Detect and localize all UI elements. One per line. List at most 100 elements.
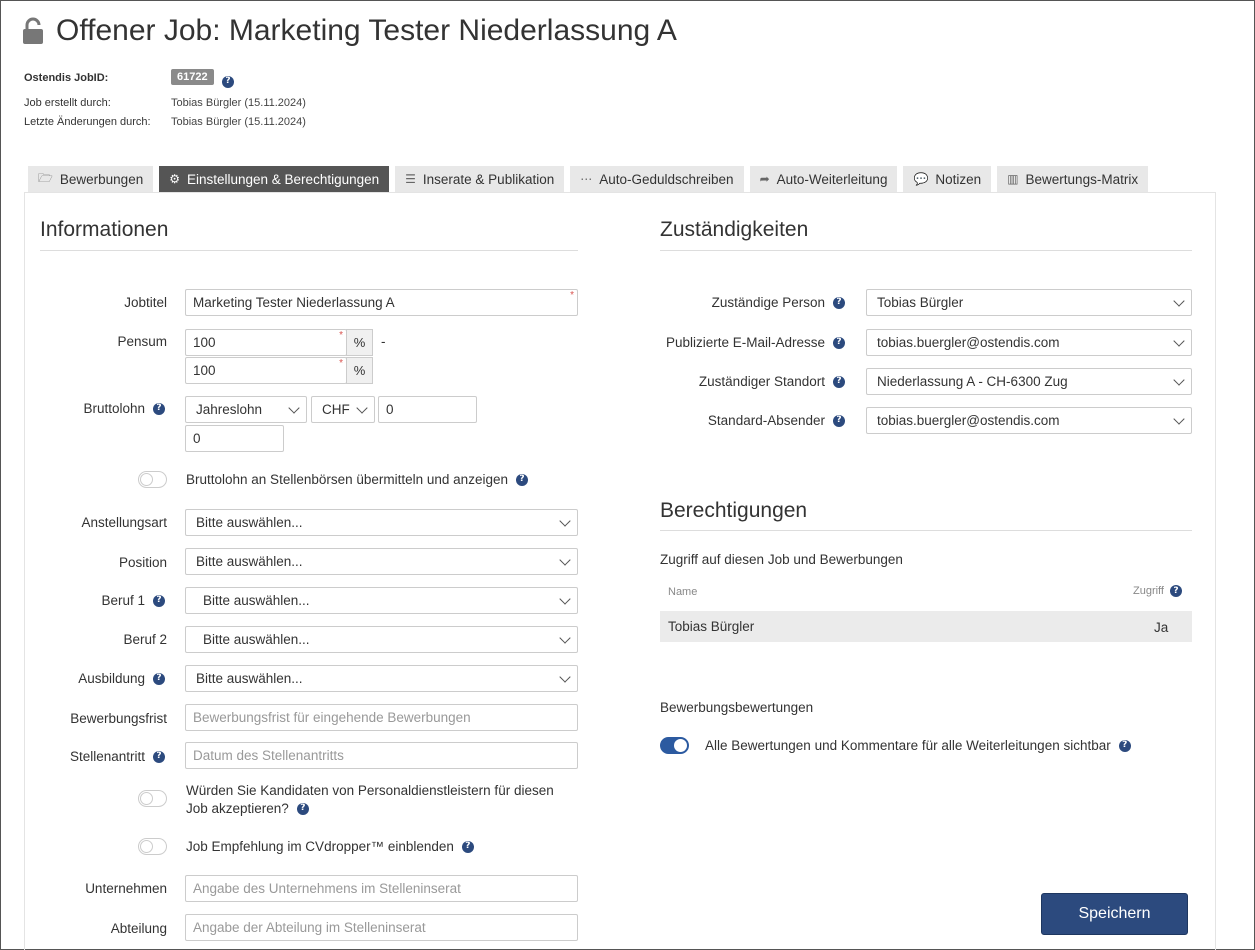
required-marker: * [339,330,343,341]
absender-select[interactable]: tobias.buergler@ostendis.com [866,407,1192,434]
list-alt-icon: ☰ [405,172,416,186]
required-marker: * [570,290,574,301]
divider [660,250,1192,251]
ausbildung-value: Bitte auswählen... [196,671,303,686]
lohn-max-input[interactable]: 0 [185,425,284,452]
jobid-badge: 61722 [171,69,214,85]
stellenantritt-label-text: Stellenantritt [69,749,145,764]
absender-value: tobias.buergler@ostendis.com [877,413,1060,428]
pensum-max-input[interactable]: 100 * [185,357,347,384]
divider [660,530,1192,531]
abteilung-label: Abteilung [110,921,167,936]
cvdropper-toggle[interactable] [138,838,167,855]
help-icon[interactable]: ? [1118,739,1131,752]
col-name-header: Name [668,586,698,598]
chevron-down-icon [356,401,368,414]
jobtitel-label: Jobtitel [124,295,167,310]
bar-chart-icon: ▥ [1007,172,1019,186]
email-select[interactable]: tobias.buergler@ostendis.com [866,329,1192,356]
tab-einstellungen[interactable]: ⚙ Einstellungen & Berechtigungen [159,166,390,192]
chevron-down-icon [1173,412,1185,425]
cvdropper-toggle-text: Job Empfehlung im CVdropper™ einblenden [186,839,454,854]
beruf2-label: Beruf 2 [123,632,167,647]
tab-bewertungs-matrix[interactable]: ▥ Bewertungs-Matrix [997,166,1149,192]
created-value: Tobias Bürgler (15.11.2024) [171,97,306,109]
currency-select[interactable]: CHF [311,396,375,423]
tab-bar: 🗁 Bewerbungen ⚙ Einstellungen & Berechti… [28,166,1149,192]
created-label: Job erstellt durch: [24,97,111,109]
help-icon[interactable]: ? [833,375,845,388]
abteilung-input[interactable]: Angabe der Abteilung im Stelleninserat [185,914,578,941]
absender-label-text: Standard-Absender [707,413,825,428]
jobid-label: Ostendis JobID: [24,72,109,84]
anstellungsart-value: Bitte auswählen... [196,515,303,530]
unlock-icon [23,17,43,44]
help-icon[interactable]: ? [833,336,845,349]
pensum-min-value: 100 [193,335,216,350]
bruttolohn-toggle[interactable] [138,471,167,488]
chevron-down-icon [559,670,571,683]
position-select[interactable]: Bitte auswählen... [185,548,578,575]
zust-person-label: Zuständige Person? [712,295,845,310]
lohn-min-input[interactable]: 0 [378,396,477,423]
tab-label: Auto-Geduldschreiben [599,171,734,187]
help-icon[interactable]: ? [153,672,165,685]
standort-select[interactable]: Niederlassung A - CH-6300 Zug [866,368,1192,395]
standort-value: Niederlassung A - CH-6300 Zug [877,374,1068,389]
lohn-type-value: Jahreslohn [196,402,263,417]
chevron-down-icon [559,514,571,527]
help-icon[interactable]: ? [461,840,474,853]
tab-label: Inserate & Publikation [422,171,555,187]
help-icon[interactable]: ? [515,473,528,486]
beruf2-select[interactable]: Bitte auswählen... [185,626,578,653]
divider [40,250,578,251]
unternehmen-input[interactable]: Angabe des Unternehmens im Stelleninsera… [185,875,578,902]
tab-label: Bewerbungen [59,171,144,187]
help-icon[interactable]: ? [153,402,165,415]
tab-auto-weiterleitung[interactable]: ➦ Auto-Weiterleitung [749,166,898,192]
help-icon[interactable]: ? [833,296,845,309]
help-icon[interactable]: ? [1169,585,1182,597]
beruf1-select[interactable]: Bitte auswählen... [185,587,578,614]
save-button[interactable]: Speichern [1041,893,1188,935]
pensum-min-input[interactable]: 100 * [185,329,347,356]
tab-label: Einstellungen & Berechtigungen [186,171,380,187]
page-title: Offener Job: Marketing Tester Niederlass… [56,14,677,47]
ausbildung-select[interactable]: Bitte auswählen... [185,665,578,692]
tab-inserate[interactable]: ☰ Inserate & Publikation [395,166,565,192]
help-icon[interactable]: ? [296,802,309,815]
stellenantritt-input[interactable]: Datum des Stellenantritts [185,742,578,769]
chevron-down-icon [1173,373,1185,386]
changed-value: Tobias Bürgler (15.11.2024) [171,116,306,128]
help-icon[interactable]: ? [833,414,845,427]
jobtitel-input[interactable]: Marketing Tester Niederlassung A * [185,289,578,316]
zust-person-label-text: Zuständige Person [711,295,825,310]
jobid-help-icon[interactable]: ? [222,71,234,88]
zust-person-select[interactable]: Tobias Bürgler [866,289,1192,316]
berechtigungen-title: Berechtigungen [660,499,808,522]
lohn-type-select[interactable]: Jahreslohn [185,396,307,423]
help-icon[interactable]: ? [153,594,165,607]
tab-bewerbungen[interactable]: 🗁 Bewerbungen [28,166,154,192]
tab-notizen[interactable]: 💬 Notizen [903,166,992,192]
tab-auto-geduldschreiben[interactable]: ⋯ Auto-Geduldschreiben [570,166,744,192]
bruttolohn-label: Bruttolohn? [83,401,165,416]
personal-toggle-line1: Würden Sie Kandidaten von Personaldienst… [186,783,554,798]
bruttolohn-label-text: Bruttolohn [83,401,145,416]
chevron-down-icon [559,631,571,644]
standort-label: Zuständiger Standort? [699,374,845,389]
bewertungen-toggle[interactable] [660,737,689,754]
toggle-knob [140,840,153,853]
anstellungsart-select[interactable]: Bitte auswählen... [185,509,578,536]
personal-toggle[interactable] [138,790,167,807]
bewerbungsfrist-input[interactable]: Bewerbungsfrist für eingehende Bewerbung… [185,704,578,731]
changed-label: Letzte Änderungen durch: [24,116,151,128]
chevron-down-icon [559,592,571,605]
col-access-header: Zugriff? [1133,585,1182,597]
pensum-separator: - [381,334,386,349]
currency-value: CHF [322,402,350,417]
bewertungen-toggle-label: Alle Bewertungen und Kommentare für alle… [705,738,1131,753]
help-icon[interactable]: ? [153,750,165,763]
beruf1-value: Bitte auswählen... [203,593,310,608]
pensum-label: Pensum [117,334,167,349]
